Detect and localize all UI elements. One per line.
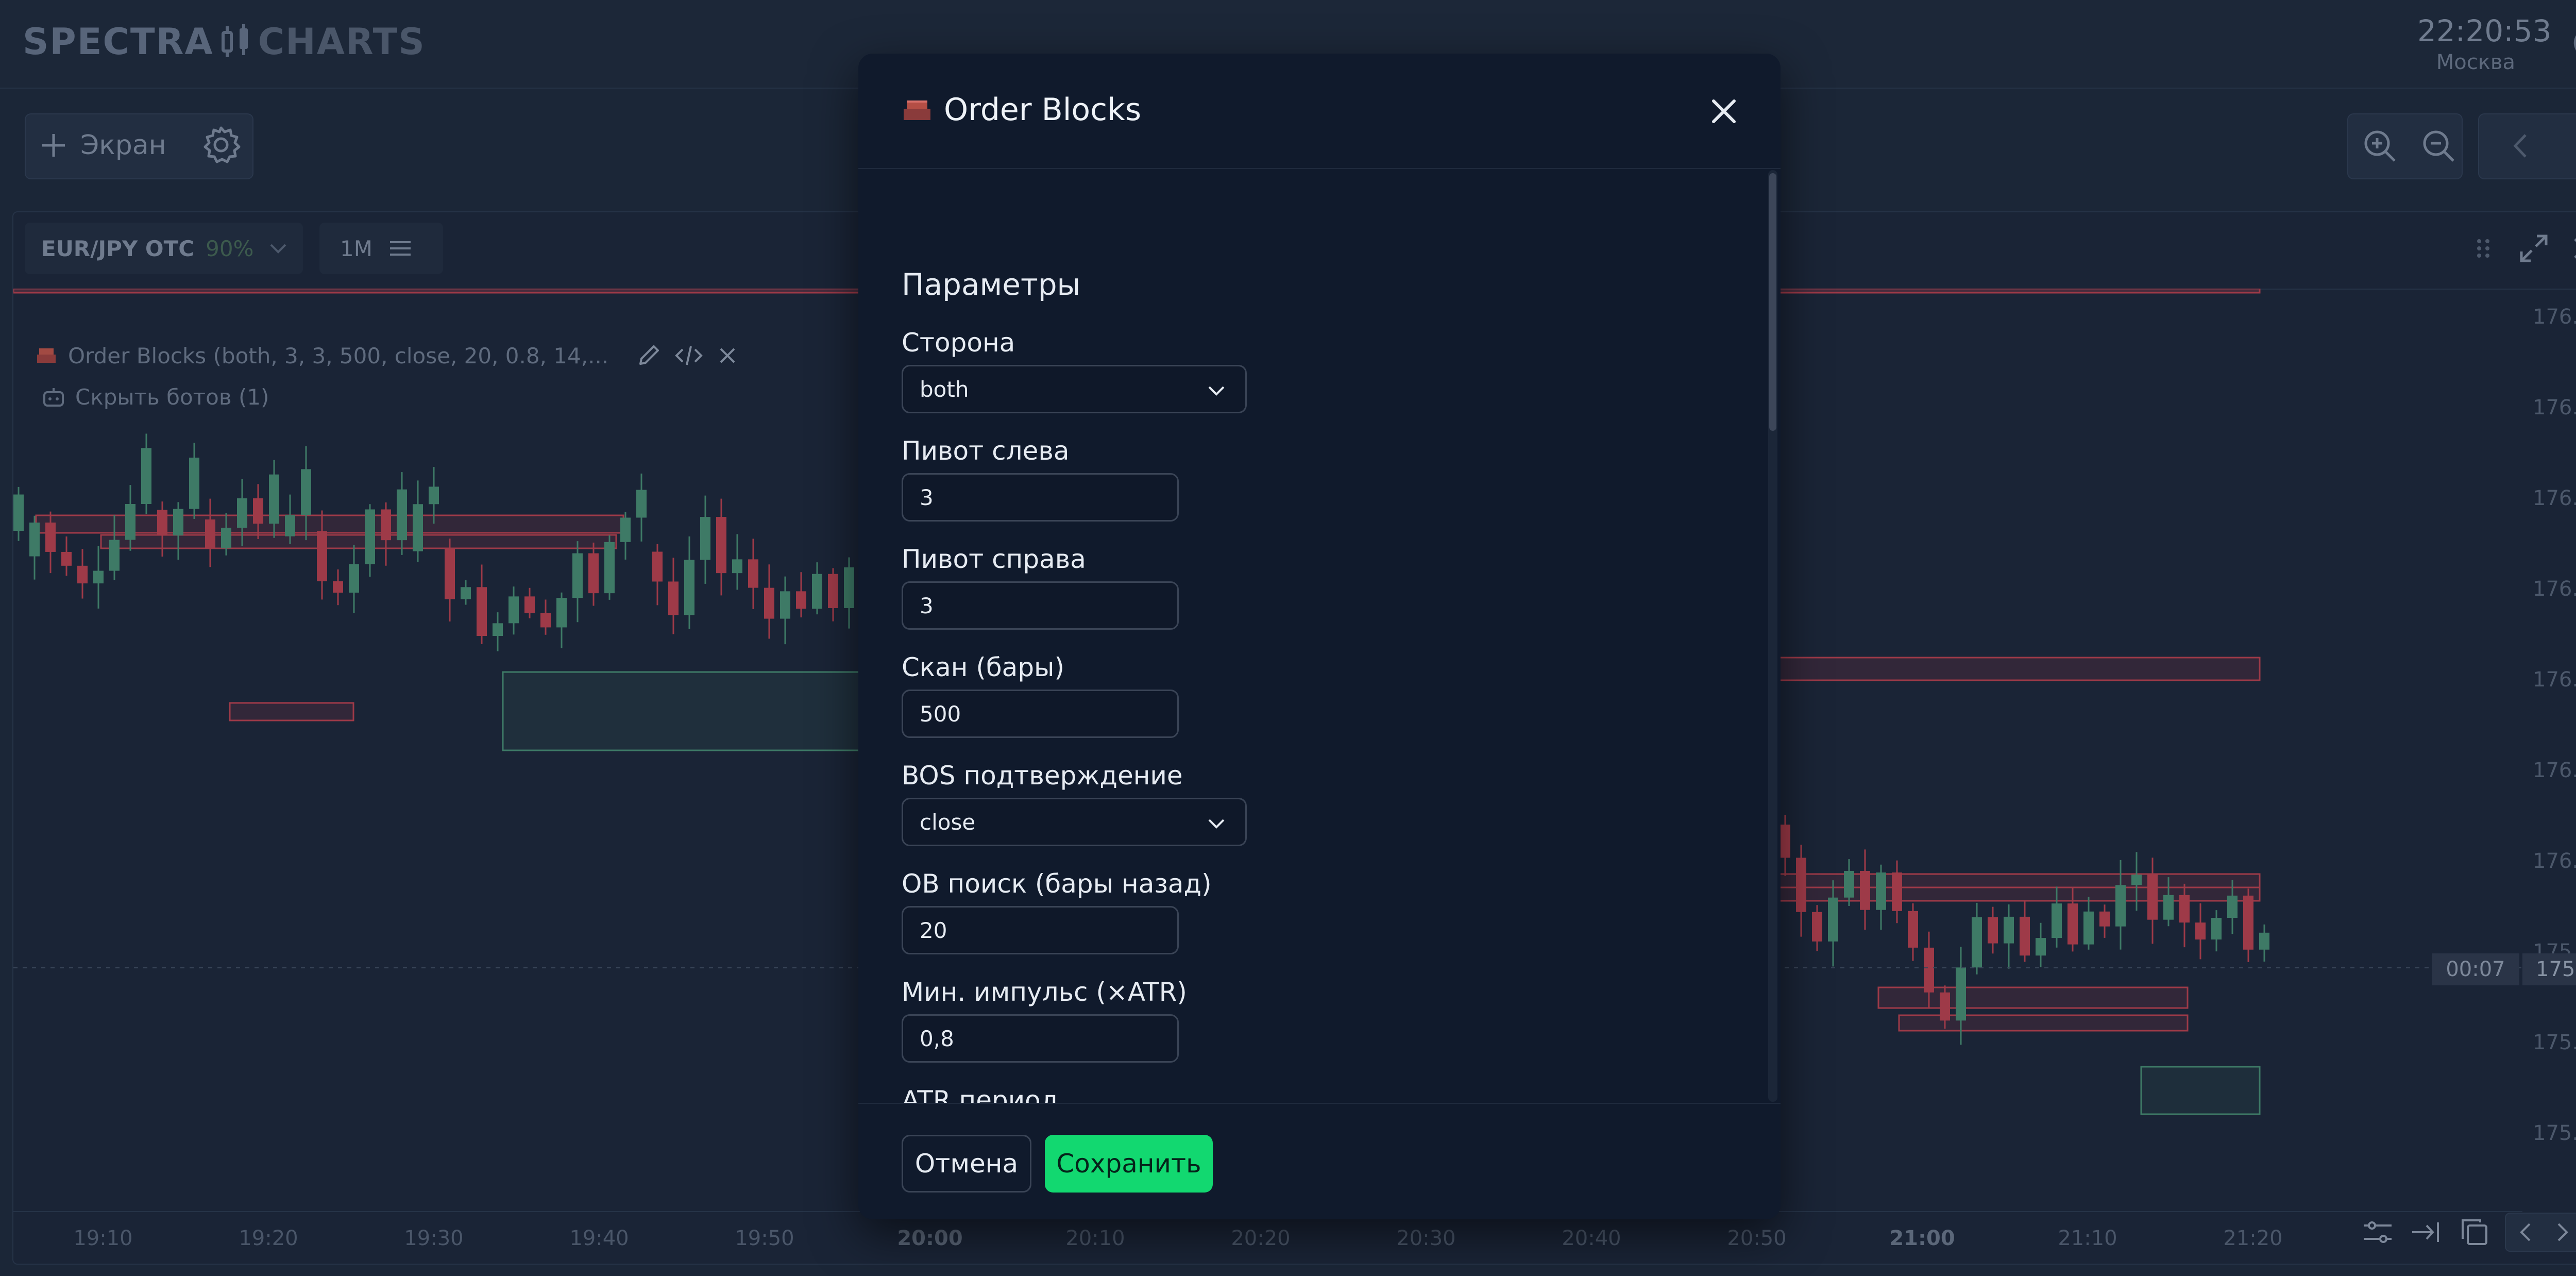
field-value: 0,8 xyxy=(920,1026,954,1051)
field-label: Сторона xyxy=(902,328,1015,358)
field-label: OB поиск (бары назад) xyxy=(902,869,1212,899)
input-field[interactable]: 0,8 xyxy=(902,1014,1179,1063)
modal-body: Параметры Сторона both Пивот слева 3 Пивот с… xyxy=(858,169,1765,1103)
select-field[interactable]: close xyxy=(902,798,1247,846)
select-field[interactable]: both xyxy=(902,365,1247,413)
modal-title-text: Order Blocks xyxy=(944,92,1142,128)
field-label: ATR период xyxy=(902,1085,1059,1103)
input-field[interactable]: 500 xyxy=(902,690,1179,738)
field-value: 500 xyxy=(920,701,961,727)
field-value: 20 xyxy=(920,917,947,943)
section-title: Параметры xyxy=(902,267,1081,302)
close-icon[interactable] xyxy=(1703,91,1744,132)
brick-icon xyxy=(904,100,930,120)
input-field[interactable]: 3 xyxy=(902,581,1179,630)
field-value: both xyxy=(920,376,969,402)
field-label: Мин. импульс (×ATR) xyxy=(902,977,1187,1007)
field-value: 3 xyxy=(920,484,934,510)
chevron-down-icon xyxy=(1208,819,1225,829)
save-button[interactable]: Сохранить xyxy=(1045,1135,1213,1193)
field-label: Пивот слева xyxy=(902,436,1070,466)
modal-scrollbar-thumb[interactable] xyxy=(1769,173,1776,431)
modal-title: Order Blocks xyxy=(902,92,1141,128)
input-field[interactable]: 3 xyxy=(902,473,1179,522)
field-label: Пивот справа xyxy=(902,544,1086,574)
cancel-button[interactable]: Отмена xyxy=(902,1135,1031,1193)
field-value: close xyxy=(920,809,976,835)
settings-modal: Order Blocks Параметры Сторона both Пивот … xyxy=(858,54,1781,1219)
chevron-down-icon xyxy=(1208,386,1225,396)
field-label: BOS подтверждение xyxy=(902,761,1183,791)
field-value: 3 xyxy=(920,593,934,618)
input-field[interactable]: 20 xyxy=(902,906,1179,954)
field-label: Скан (бары) xyxy=(902,652,1065,682)
